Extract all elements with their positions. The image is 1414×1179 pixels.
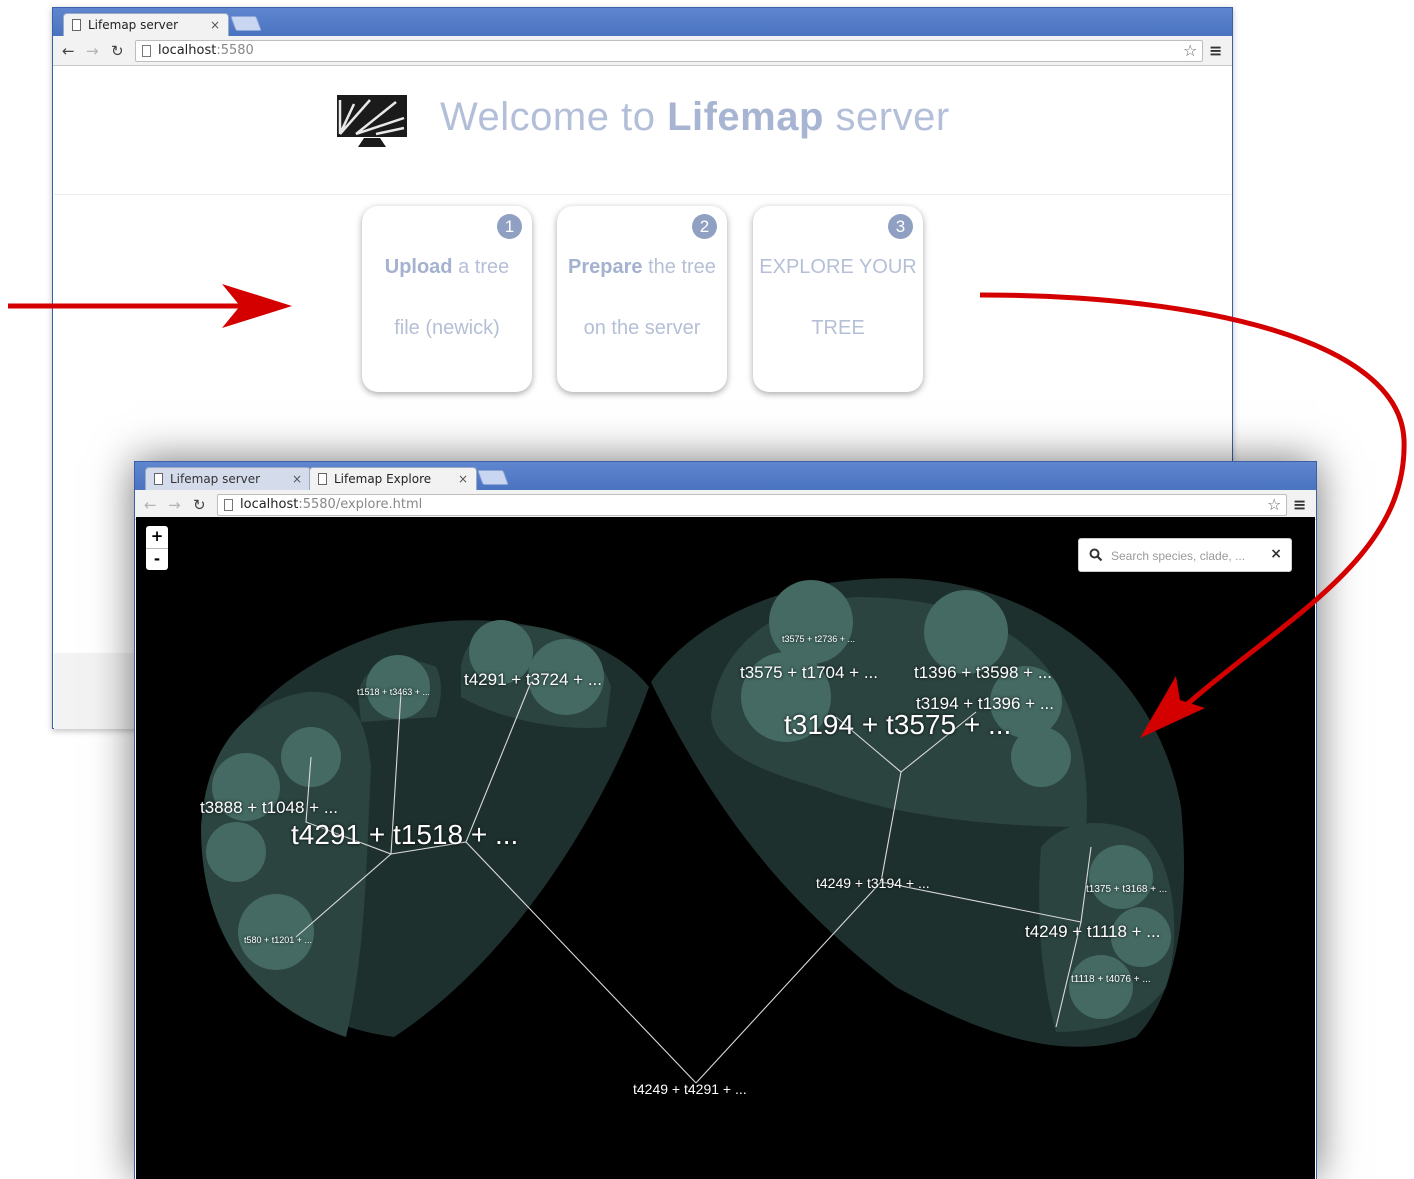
title-brand: Lifemap	[667, 95, 824, 139]
node-label[interactable]: t1375 + t3168 + ...	[1086, 884, 1167, 895]
node-label[interactable]: t4291 + t3724 + ...	[464, 670, 602, 690]
zoom-in-button[interactable]: +	[146, 526, 168, 548]
node-label[interactable]: t3575 + t2736 + ...	[782, 634, 855, 644]
step-card-upload[interactable]: 1 Upload a tree file (newick)	[362, 206, 532, 392]
document-icon	[142, 45, 151, 57]
new-tab-button[interactable]	[477, 470, 509, 485]
step-label-rest: a tree	[452, 256, 510, 278]
menu-icon[interactable]: ≡	[1209, 41, 1222, 60]
step-label-line1: Upload a tree	[362, 256, 532, 279]
reload-icon[interactable]: ↻	[111, 42, 124, 60]
browser-toolbar: ← → ↻ localhost:5580/explore.html ☆ ≡	[135, 490, 1316, 520]
tab-label: Lifemap server	[88, 18, 179, 32]
step-label-line2: TREE	[811, 317, 865, 339]
node-label[interactable]: t4291 + t1518 + ...	[291, 819, 518, 851]
tab-lifemap-server[interactable]: Lifemap server ×	[63, 13, 229, 37]
node-label[interactable]: t580 + t1201 + ...	[244, 935, 312, 945]
node-label[interactable]: t4249 + t1118 + ...	[1025, 922, 1160, 942]
step-label-bold: Upload	[384, 256, 453, 278]
node-label[interactable]: t3888 + t1048 + ...	[200, 798, 338, 818]
url-host: localhost	[158, 43, 217, 58]
document-icon	[224, 499, 233, 511]
step-label-rest: EXPLORE YOUR	[759, 256, 917, 278]
tab-lifemap-explore[interactable]: Lifemap Explore ×	[309, 467, 477, 491]
reload-icon[interactable]: ↻	[193, 496, 206, 514]
url-port: :5580	[216, 43, 254, 58]
tab-label: Lifemap server	[170, 472, 261, 486]
step-card-explore[interactable]: 3 EXPLORE YOUR TREE	[753, 206, 923, 392]
step-label-bold: Prepare	[568, 256, 643, 278]
node-label[interactable]: t1396 + t3598 + ...	[914, 663, 1052, 683]
node-label[interactable]: t4249 + t4291 + ...	[633, 1081, 747, 1097]
step-label-line2: file (newick)	[394, 317, 500, 339]
title-bar: Lifemap server × Lifemap Explore ×	[135, 462, 1316, 491]
new-tab-button[interactable]	[230, 16, 262, 31]
browser-toolbar: ← → ↻ localhost:5580 ☆ ≡	[53, 36, 1232, 66]
step-label-rest: the tree	[642, 256, 716, 278]
explore-browser-window: Lifemap server × Lifemap Explore × ← → ↻…	[134, 461, 1317, 1179]
step-number-badge: 3	[888, 214, 913, 239]
zoom-out-button[interactable]: -	[146, 548, 168, 570]
clear-search-icon[interactable]: ×	[1270, 546, 1282, 562]
welcome-header: Welcome to Lifemap server	[54, 67, 1231, 195]
step-label-line2: on the server	[583, 317, 701, 339]
address-bar[interactable]: localhost:5580	[135, 40, 1203, 62]
step-label-line1: EXPLORE YOUR	[753, 256, 923, 279]
step-number-badge: 2	[692, 214, 717, 239]
node-label[interactable]: t1118 + t4076 + ...	[1071, 974, 1151, 985]
tab-close-icon[interactable]: ×	[210, 18, 220, 32]
zoom-control: + -	[146, 526, 168, 570]
url-host: localhost	[240, 497, 299, 512]
node-label[interactable]: t4249 + t3194 + ...	[816, 875, 930, 891]
step-number-badge: 1	[497, 214, 522, 239]
tab-lifemap-server[interactable]: Lifemap server ×	[145, 467, 311, 491]
back-arrow-icon[interactable]: ←	[144, 496, 157, 514]
title-prefix: Welcome to	[440, 95, 668, 139]
document-icon	[154, 473, 163, 485]
forward-arrow-icon[interactable]: →	[168, 496, 181, 514]
step-label-line1: Prepare the tree	[557, 256, 727, 279]
url-path: :5580/explore.html	[298, 497, 423, 512]
bookmark-star-icon[interactable]: ☆	[1183, 41, 1197, 60]
welcome-title: Welcome to Lifemap server	[440, 95, 950, 140]
title-bar: Lifemap server ×	[53, 8, 1232, 37]
forward-arrow-icon[interactable]: →	[86, 42, 99, 60]
search-icon	[1089, 548, 1103, 562]
address-bar[interactable]: localhost:5580/explore.html	[217, 494, 1287, 516]
document-icon	[72, 19, 81, 31]
tree-map-view[interactable]: + - × t4249 + t4291 + ... t4291 + t1518 …	[136, 517, 1315, 1179]
back-arrow-icon[interactable]: ←	[62, 42, 75, 60]
lifemap-logo	[337, 95, 407, 147]
node-label[interactable]: t3575 + t1704 + ...	[740, 663, 878, 683]
search-input[interactable]	[1111, 545, 1261, 567]
node-label[interactable]: t3194 + t1396 + ...	[916, 694, 1054, 714]
title-suffix: server	[823, 95, 950, 139]
menu-icon[interactable]: ≡	[1293, 495, 1306, 514]
tab-label: Lifemap Explore	[334, 472, 432, 486]
document-icon	[318, 473, 327, 485]
tab-close-icon[interactable]: ×	[292, 472, 302, 486]
screenshot-stage: Lifemap server × ← → ↻ localhost:5580 ☆ …	[0, 0, 1414, 1179]
bookmark-star-icon[interactable]: ☆	[1267, 495, 1281, 514]
node-label[interactable]: t1518 + t3463 + ...	[357, 687, 430, 697]
tab-close-icon[interactable]: ×	[458, 472, 468, 486]
search-box: ×	[1078, 538, 1292, 572]
step-card-prepare[interactable]: 2 Prepare the tree on the server	[557, 206, 727, 392]
